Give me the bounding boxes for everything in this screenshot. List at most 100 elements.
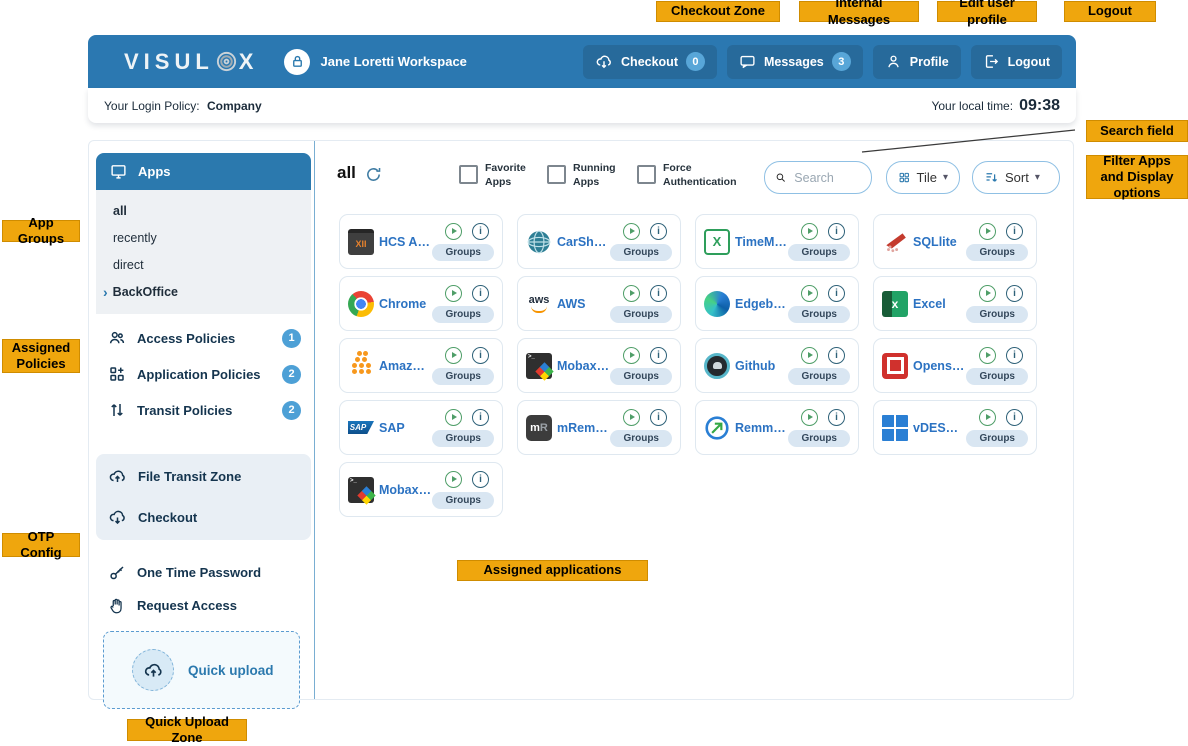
groups-button[interactable]: Groups	[432, 430, 494, 447]
groups-button[interactable]: Groups	[432, 492, 494, 509]
info-button[interactable]: i	[1006, 347, 1023, 364]
app-card[interactable]: CarShare i Groups	[517, 214, 681, 269]
groups-button[interactable]: Groups	[432, 368, 494, 385]
logout-button[interactable]: Logout	[971, 45, 1062, 79]
app-card[interactable]: x Excel i Groups	[873, 276, 1037, 331]
info-button[interactable]: i	[650, 409, 667, 426]
groups-button[interactable]: Groups	[432, 244, 494, 261]
groups-button[interactable]: Groups	[788, 368, 850, 385]
app-card[interactable]: SQLlite i Groups	[873, 214, 1037, 269]
app-name[interactable]: Mobaxterm	[379, 483, 432, 497]
info-button[interactable]: i	[650, 285, 667, 302]
info-button[interactable]: i	[472, 471, 489, 488]
play-button[interactable]	[623, 285, 640, 302]
sort-button[interactable]: Sort ▾	[972, 161, 1060, 194]
app-card[interactable]: >_ Mobaxterm i Groups	[517, 338, 681, 393]
groups-button[interactable]: Groups	[788, 244, 850, 261]
info-button[interactable]: i	[472, 409, 489, 426]
info-button[interactable]: i	[828, 409, 845, 426]
force-authentication-checkbox[interactable]	[637, 165, 656, 184]
groups-button[interactable]: Groups	[788, 430, 850, 447]
play-button[interactable]	[623, 223, 640, 240]
app-name[interactable]: AWS	[557, 297, 585, 311]
app-name[interactable]: SAP	[379, 421, 405, 435]
favorite-apps-checkbox[interactable]	[459, 165, 478, 184]
groups-button[interactable]: Groups	[610, 368, 672, 385]
app-name[interactable]: mRemoteNG	[557, 421, 610, 435]
play-button[interactable]	[445, 223, 462, 240]
favorite-apps-filter[interactable]: Favorite Apps	[459, 162, 549, 189]
play-button[interactable]	[979, 409, 996, 426]
info-button[interactable]: i	[1006, 285, 1023, 302]
groups-button[interactable]: Groups	[610, 430, 672, 447]
info-button[interactable]: i	[472, 347, 489, 364]
app-card[interactable]: vDESKTOP i Groups	[873, 400, 1037, 455]
info-button[interactable]: i	[828, 347, 845, 364]
play-button[interactable]	[979, 347, 996, 364]
sidebar-item-request-access[interactable]: Request Access	[96, 589, 311, 622]
play-button[interactable]	[801, 409, 818, 426]
quick-upload-dropzone[interactable]: Quick upload	[103, 631, 300, 709]
info-button[interactable]: i	[828, 223, 845, 240]
app-card[interactable]: Openstack i Groups	[873, 338, 1037, 393]
refresh-button[interactable]	[365, 166, 382, 183]
groups-button[interactable]: Groups	[610, 244, 672, 261]
app-name[interactable]: AmazonS3	[379, 359, 432, 373]
sidebar-item-direct[interactable]: direct	[96, 251, 311, 278]
groups-button[interactable]: Groups	[966, 430, 1028, 447]
sidebar-item-all[interactable]: all	[96, 197, 311, 224]
app-name[interactable]: SQLlite	[913, 235, 957, 249]
app-name[interactable]: Chrome	[379, 297, 426, 311]
info-button[interactable]: i	[472, 285, 489, 302]
search-input[interactable]	[792, 170, 861, 186]
sidebar-item-one-time-password[interactable]: One Time Password	[96, 556, 311, 589]
play-button[interactable]	[979, 223, 996, 240]
info-button[interactable]: i	[1006, 223, 1023, 240]
app-card[interactable]: AmazonS3 i Groups	[339, 338, 503, 393]
groups-button[interactable]: Groups	[788, 306, 850, 323]
info-button[interactable]: i	[472, 223, 489, 240]
app-card[interactable]: >_ Mobaxterm i Groups	[339, 462, 503, 517]
app-name[interactable]: CarShare	[557, 235, 610, 249]
app-card[interactable]: XII HCS App i Groups	[339, 214, 503, 269]
sidebar-item-checkout[interactable]: Checkout	[96, 497, 311, 538]
groups-button[interactable]: Groups	[966, 368, 1028, 385]
force-authentication-filter[interactable]: Force Authentication	[637, 162, 739, 189]
app-name[interactable]: Remmina	[735, 421, 788, 435]
app-card[interactable]: Remmina i Groups	[695, 400, 859, 455]
app-card[interactable]: SAP SAP i Groups	[339, 400, 503, 455]
app-card[interactable]: X TimeManag... i Groups	[695, 214, 859, 269]
play-button[interactable]	[623, 347, 640, 364]
groups-button[interactable]: Groups	[966, 306, 1028, 323]
app-name[interactable]: TimeManag...	[735, 235, 788, 249]
app-name[interactable]: Github	[735, 359, 775, 373]
sidebar-item-file-transit-zone[interactable]: File Transit Zone	[96, 456, 311, 497]
sidebar-item-application-policies[interactable]: Application Policies 2	[96, 356, 311, 392]
play-button[interactable]	[801, 223, 818, 240]
checkout-button[interactable]: Checkout 0	[583, 45, 717, 79]
play-button[interactable]	[445, 285, 462, 302]
app-card[interactable]: mR mRemoteNG i Groups	[517, 400, 681, 455]
play-button[interactable]	[445, 409, 462, 426]
app-name[interactable]: Excel	[913, 297, 946, 311]
running-apps-filter[interactable]: Running Apps	[547, 162, 637, 189]
sidebar-item-transit-policies[interactable]: Transit Policies 2	[96, 392, 311, 428]
play-button[interactable]	[623, 409, 640, 426]
play-button[interactable]	[979, 285, 996, 302]
app-card[interactable]: Edgebrowser i Groups	[695, 276, 859, 331]
running-apps-checkbox[interactable]	[547, 165, 566, 184]
info-button[interactable]: i	[1006, 409, 1023, 426]
app-name[interactable]: Openstack	[913, 359, 966, 373]
play-button[interactable]	[445, 471, 462, 488]
play-button[interactable]	[445, 347, 462, 364]
messages-button[interactable]: Messages 3	[727, 45, 863, 79]
search-box[interactable]	[764, 161, 872, 194]
play-button[interactable]	[801, 285, 818, 302]
groups-button[interactable]: Groups	[610, 306, 672, 323]
sidebar-item-apps[interactable]: Apps	[96, 153, 311, 190]
app-card[interactable]: aws AWS i Groups	[517, 276, 681, 331]
info-button[interactable]: i	[828, 285, 845, 302]
sidebar-item-recently[interactable]: recently	[96, 224, 311, 251]
app-name[interactable]: Mobaxterm	[557, 359, 610, 373]
app-name[interactable]: Edgebrowser	[735, 297, 788, 311]
